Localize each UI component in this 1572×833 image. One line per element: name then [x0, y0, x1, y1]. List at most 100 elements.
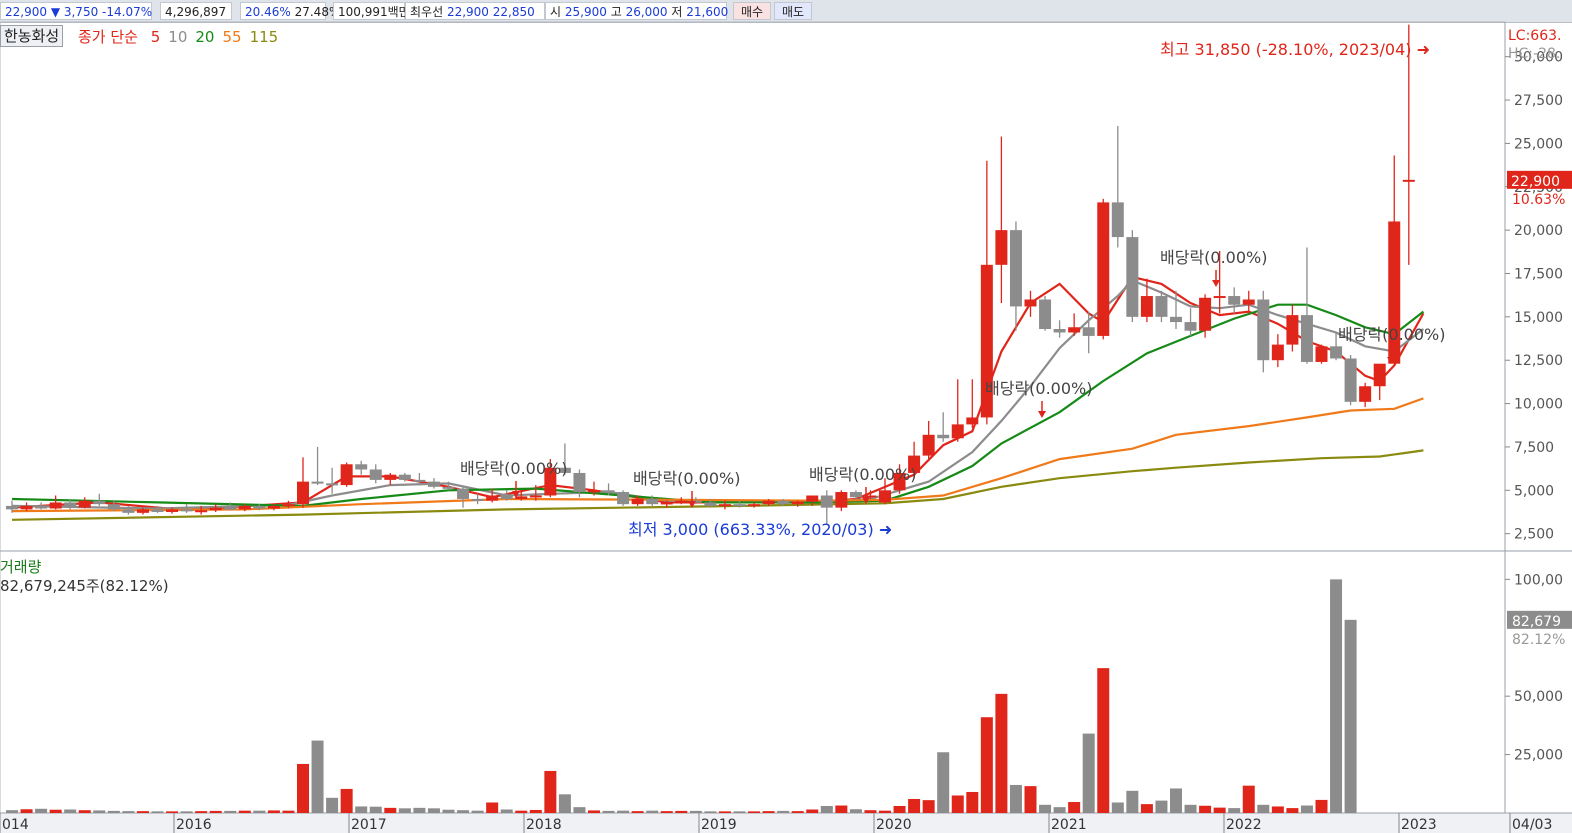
- volume-bar: [1068, 802, 1081, 813]
- hc-label: HC:-28.: [1508, 46, 1560, 62]
- volume-bar: [864, 810, 877, 813]
- volume-bar: [297, 763, 309, 813]
- volume-bar: [879, 810, 891, 813]
- candle-body: [35, 505, 48, 509]
- candle-body: [1199, 297, 1212, 331]
- volume-bar: [195, 811, 208, 813]
- candle-body: [253, 505, 266, 509]
- candle-body: [1257, 299, 1270, 361]
- volume-value: 82,679,245주(82.12%): [0, 577, 169, 595]
- volume-bar: [1111, 802, 1124, 813]
- ma-legend-20: 20: [195, 28, 215, 46]
- volume-bar: [413, 807, 426, 813]
- volume-bar: [748, 811, 761, 813]
- candle-body: [1082, 327, 1095, 336]
- annotations: LC:663. HC:-28. 22,900 10.63% 82,679 82.12% 최고…: [460, 28, 1572, 648]
- volume-bar: [166, 811, 179, 813]
- volume-bar: [1271, 806, 1284, 813]
- volume-bar: [500, 809, 513, 813]
- price-tick-label: 27,500: [1514, 93, 1563, 109]
- candle-body: [1024, 299, 1037, 307]
- volume-bar: [78, 810, 91, 813]
- candle-body: [849, 492, 862, 498]
- volume-bar: [937, 752, 950, 813]
- volume-bar: [922, 800, 935, 813]
- candle-body: [631, 498, 644, 505]
- time-tick-label: 2022: [1226, 817, 1262, 833]
- volume-bar: [908, 798, 921, 813]
- volume-tick-label: 100,00: [1514, 572, 1563, 588]
- volume-bar: [442, 809, 455, 813]
- volume-bar: [238, 810, 251, 813]
- ma-type-label: 종가 단순: [78, 28, 138, 46]
- volume-bar: [1126, 790, 1139, 813]
- ma-legend: 종가 단순 5 10 20 55 115: [78, 26, 294, 47]
- volume-bar: [427, 808, 440, 813]
- current-pct-label: 10.63%: [1512, 192, 1565, 208]
- candle-body: [835, 492, 848, 508]
- volume-bar: [1053, 807, 1066, 813]
- candle-body: [64, 502, 77, 508]
- volume-bar: [529, 809, 542, 813]
- volume-bar: [384, 807, 397, 813]
- volume-bar: [311, 740, 324, 813]
- volume-bar: [849, 809, 862, 813]
- candle-body: [515, 496, 528, 499]
- price-tick-label: 17,500: [1514, 266, 1563, 282]
- ma-legend-5: 5: [150, 28, 161, 46]
- candle-body: [1009, 230, 1022, 307]
- volume-bar: [6, 810, 18, 813]
- time-axis-band: [0, 813, 1572, 833]
- volume-bar: [1039, 804, 1052, 813]
- candle-body: [6, 505, 18, 510]
- volume-bar: [617, 810, 630, 813]
- candle-body: [762, 500, 775, 505]
- candle-body: [166, 509, 179, 512]
- price-tick-label: 10,000: [1514, 397, 1563, 413]
- volume-bar: [1024, 786, 1037, 813]
- candle-body: [602, 490, 615, 493]
- volume-pct-label: 82.12%: [1512, 632, 1565, 648]
- volume-tick-label: 25,000: [1514, 748, 1563, 764]
- candle-body: [122, 509, 135, 513]
- volume-bar: [718, 811, 731, 813]
- candle-body: [20, 505, 33, 510]
- volume-bar: [704, 811, 717, 813]
- candle-body: [267, 505, 280, 509]
- volume-bar: [1344, 619, 1357, 813]
- candle-body: [209, 507, 222, 511]
- volume-bar: [689, 810, 702, 813]
- candle-body: [107, 504, 120, 510]
- current-price-label: 22,900: [1511, 174, 1560, 190]
- candle-body: [617, 492, 630, 505]
- volume-bar: [1300, 805, 1313, 813]
- candle-body: [49, 502, 62, 509]
- volume-bars: [6, 579, 1357, 813]
- candle-body: [588, 490, 600, 493]
- candle-body: [224, 507, 237, 510]
- candle-body: [937, 434, 950, 439]
- candle-body: [748, 504, 761, 507]
- candle-body: [529, 495, 542, 498]
- candle-body: [660, 502, 673, 505]
- high-annotation: 최고 31,850 (-28.10%, 2023/04) ➜: [1160, 40, 1430, 59]
- time-tick-label: 014: [2, 817, 29, 833]
- volume-bar: [515, 810, 528, 813]
- volume-bar: [588, 810, 600, 813]
- candle-body: [500, 495, 513, 499]
- candle-body: [1344, 358, 1357, 402]
- candle-body: [1271, 344, 1284, 361]
- candle-body: [1126, 237, 1139, 317]
- ma-line-55: [11, 397, 1424, 513]
- candle-body: [995, 230, 1008, 265]
- stock-name-button[interactable]: 한농화성: [0, 25, 64, 47]
- volume-bar: [1097, 668, 1110, 813]
- volume-bar: [995, 693, 1008, 813]
- candle-body: [311, 481, 324, 484]
- price-volume-chart[interactable]: 30,00027,50025,00022,50020,00017,50015,0…: [0, 0, 1572, 833]
- candle-body: [326, 483, 339, 486]
- candle-body: [457, 488, 470, 499]
- volume-bar: [1082, 733, 1095, 813]
- candle-body: [704, 502, 717, 506]
- volume-bar: [1228, 808, 1241, 813]
